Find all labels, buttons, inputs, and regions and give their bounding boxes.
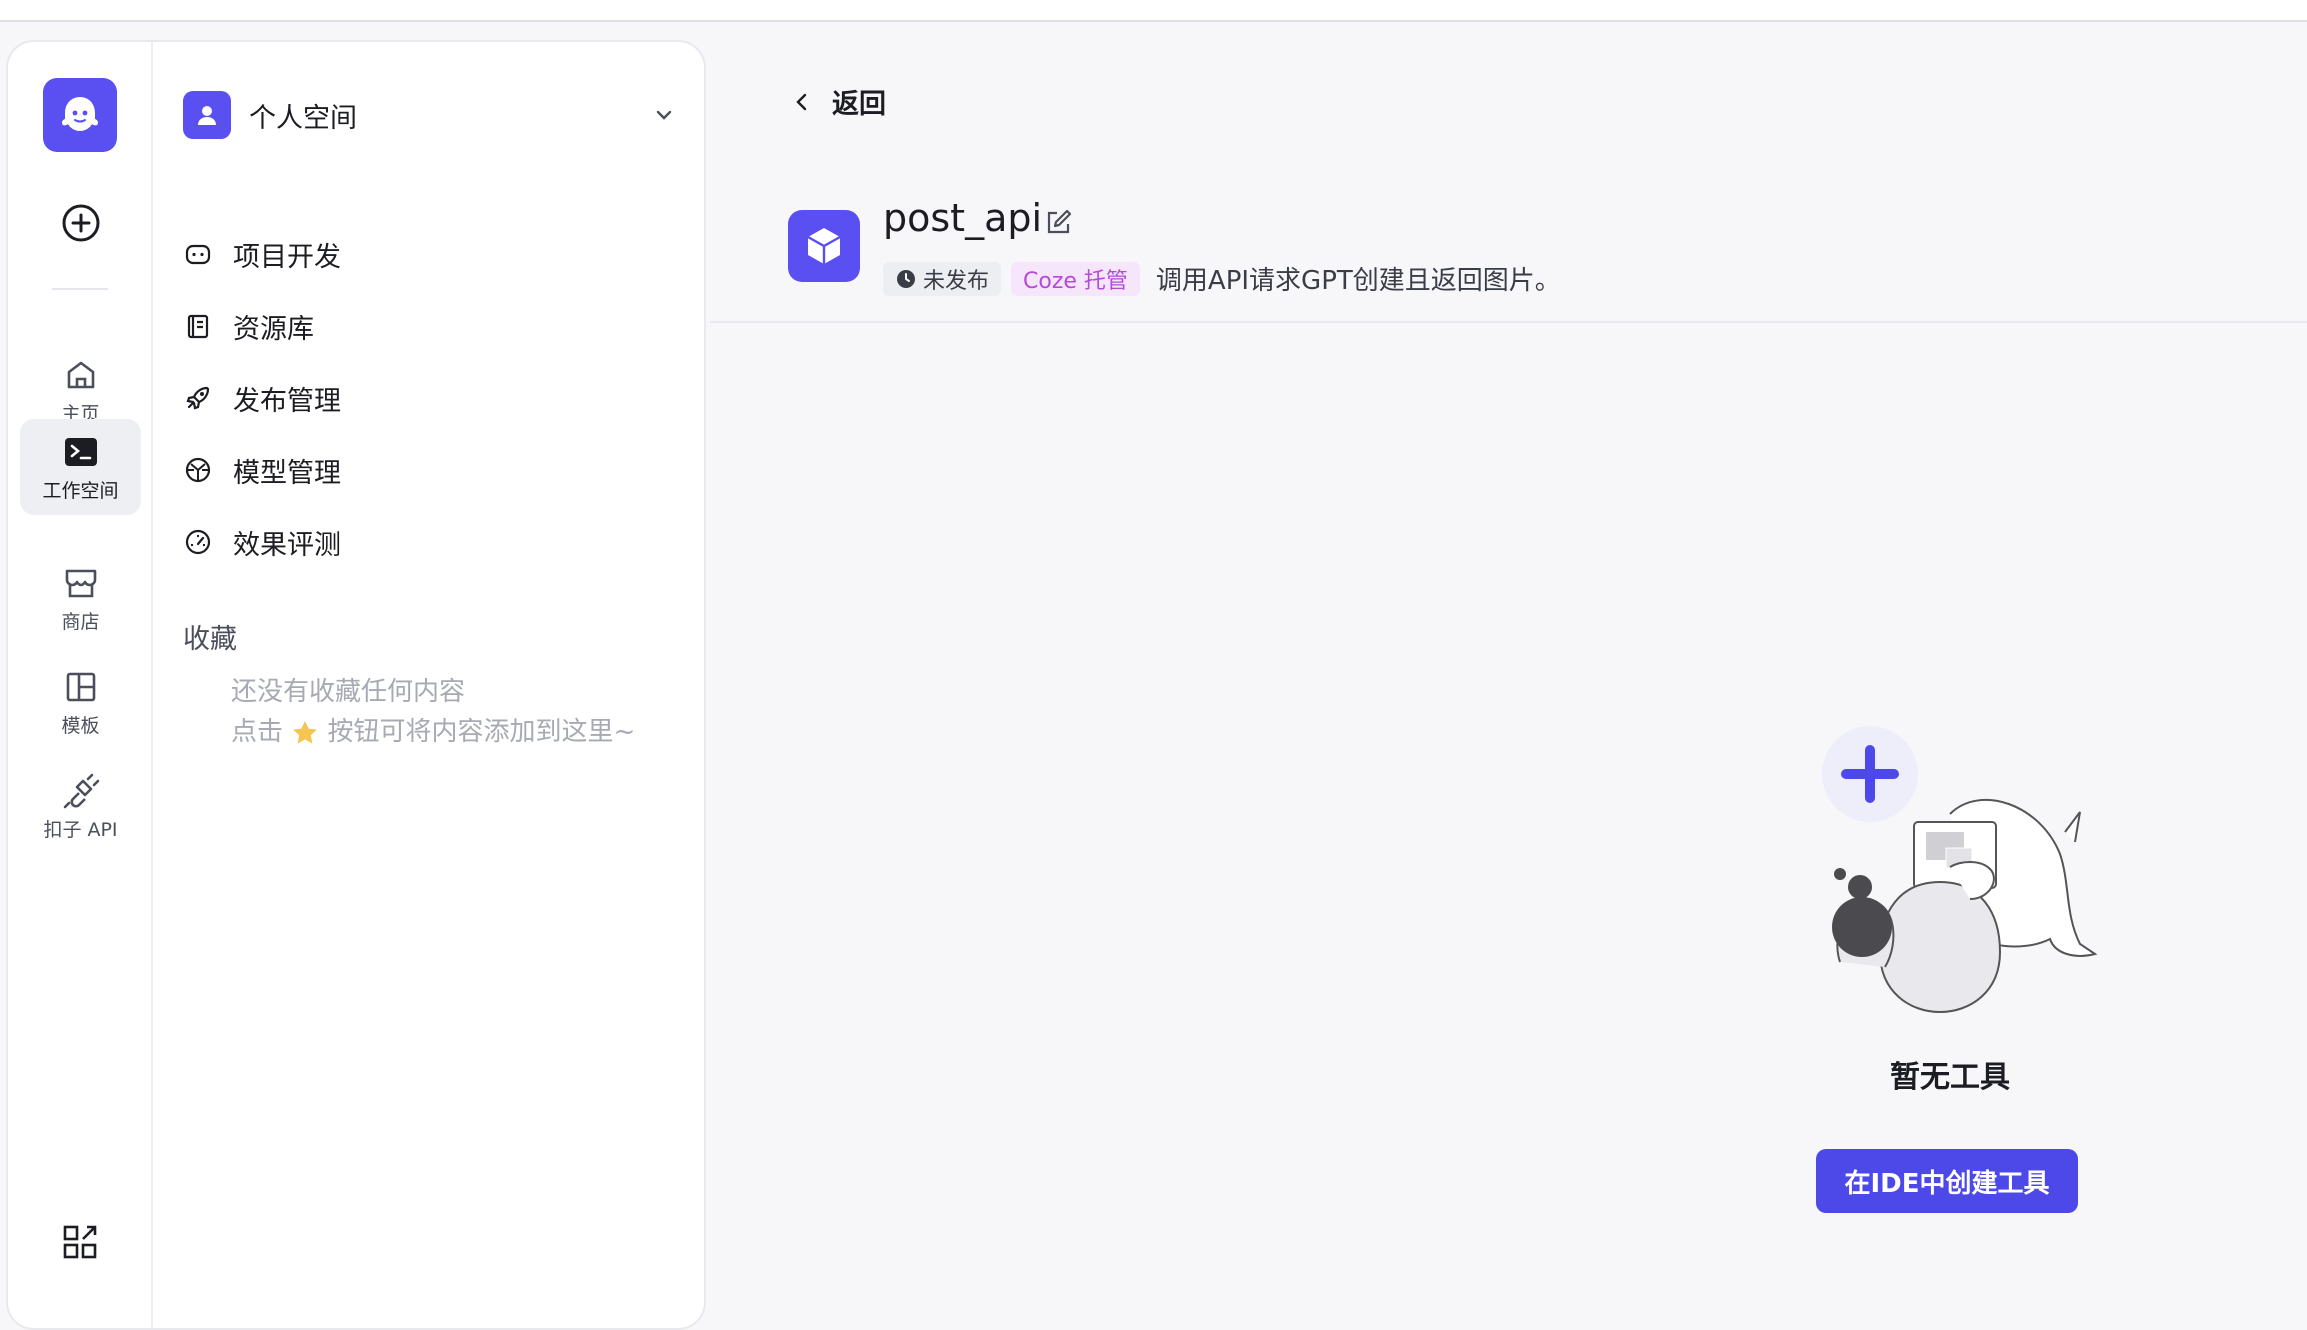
back-label: 返回 (832, 89, 886, 120)
favorites-empty-text: 还没有收藏任何内容 点击 按钮可将内容添加到这里~ (231, 672, 635, 752)
rail-item-label: 扣子 API (43, 818, 118, 841)
rail-item-store[interactable]: 商店 (20, 550, 141, 646)
nav-item-projects[interactable]: 项目开发 (183, 228, 663, 280)
icon-rail: 主页 工作空间 商店 模板 扣子 API (8, 42, 153, 1328)
api-plug-icon (63, 773, 99, 808)
top-bar (0, 0, 2307, 22)
space-switcher[interactable]: 个人空间 (183, 88, 683, 142)
library-icon (187, 314, 209, 339)
nav-item-label: 效果评测 (233, 529, 341, 561)
space-name: 个人空间 (249, 102, 357, 134)
chevron-left-icon (796, 93, 807, 110)
create-in-ide-button[interactable]: 在IDE中创建工具 (1816, 1149, 2078, 1213)
nav-item-label: 资源库 (233, 313, 314, 345)
coze-logo[interactable] (43, 78, 117, 152)
status-badge: 未发布 (883, 261, 1002, 296)
favorites-empty-line1: 还没有收藏任何内容 (231, 677, 466, 707)
nav-item-publish[interactable]: 发布管理 (183, 372, 663, 424)
workspace-nav: 个人空间 项目开发 资源库 发布管理 模型管理 效果评测 收藏 还没有收藏任何内… (153, 42, 704, 1328)
rail-item-api[interactable]: 扣子 API (20, 758, 141, 854)
main-content: 返回 post_api 未发布 Coze 托管 调用API请求GPT创建且返回图… (710, 22, 2307, 1313)
cube-icon (807, 228, 841, 264)
clock-icon (897, 269, 915, 288)
empty-state-title: 暂无工具 (1890, 1060, 2010, 1095)
terminal-icon (64, 437, 97, 466)
template-icon (66, 672, 95, 701)
nav-item-label: 模型管理 (233, 457, 341, 489)
host-badge: Coze 托管 (1011, 261, 1140, 296)
rail-item-label: 工作空间 (42, 479, 119, 502)
status-text: 未发布 (923, 268, 990, 294)
sidebar-shell: 主页 工作空间 商店 模板 扣子 API 个人空间 项目开发 资源库 发布管理 … (6, 40, 706, 1330)
favorites-empty-line2-b: 按钮可将内容添加到这里~ (327, 717, 636, 747)
store-icon (65, 569, 96, 597)
edit-icon[interactable] (1043, 208, 1073, 238)
gauge-icon (185, 529, 211, 555)
nav-item-models[interactable]: 模型管理 (183, 444, 663, 496)
nav-item-evaluation[interactable]: 效果评测 (183, 516, 663, 568)
coze-logo-icon (61, 97, 99, 131)
nav-item-library[interactable]: 资源库 (183, 300, 663, 352)
bot-icon (185, 244, 211, 265)
header-divider (710, 321, 2307, 323)
tool-meta: 未发布 Coze 托管 调用API请求GPT创建且返回图片。 (883, 260, 1561, 297)
space-avatar (183, 91, 231, 139)
empty-state-illustration (1822, 726, 2098, 1014)
tool-avatar (788, 210, 860, 282)
favorites-empty-line2: 点击 按钮可将内容添加到这里~ (231, 712, 635, 752)
nav-item-label: 发布管理 (233, 385, 341, 417)
tool-description: 调用API请求GPT创建且返回图片。 (1155, 266, 1561, 296)
user-icon (198, 106, 216, 125)
back-button[interactable]: 返回 (790, 82, 886, 121)
rail-item-label: 商店 (61, 610, 100, 633)
star-icon (293, 721, 318, 744)
rail-item-workspace[interactable]: 工作空间 (20, 419, 141, 515)
rail-item-label: 模板 (61, 714, 100, 737)
favorites-empty-line2-a: 点击 (231, 717, 284, 747)
nav-item-label: 项目开发 (233, 241, 341, 273)
home-icon (67, 361, 94, 388)
apps-grid-icon[interactable] (60, 1222, 100, 1262)
rail-divider (52, 288, 108, 290)
tool-name: post_api (883, 196, 1043, 240)
rocket-icon (186, 386, 210, 410)
favorites-title: 收藏 (183, 624, 237, 655)
model-icon (185, 457, 211, 483)
create-plus-icon[interactable] (60, 202, 102, 244)
rail-item-templates[interactable]: 模板 (20, 654, 141, 750)
chevron-down-icon (656, 110, 672, 120)
